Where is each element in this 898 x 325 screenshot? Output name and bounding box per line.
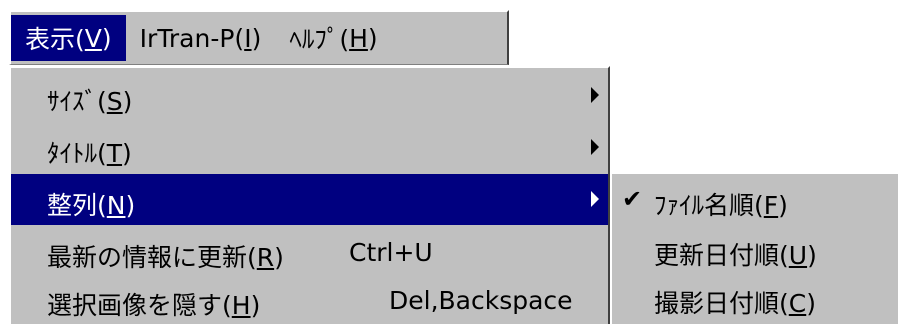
menu-item-refresh[interactable]: 最新の情報に更新(R) Ctrl+U [11,226,608,277]
menu-item-sort[interactable]: 整列(N) [11,174,608,225]
menu-bar: 表示(V) IrTran-P(I) ﾍﾙﾌﾟ(H) [9,10,509,65]
shortcut-label: Del,Backspace [389,286,573,315]
menubar-item-irtran[interactable]: IrTran-P(I) [126,15,276,61]
menu-item-size[interactable]: ｻｲｽﾞ(S) [11,70,608,121]
submenu-item-by-shot-date[interactable]: 撮影日付順(C) [612,274,898,322]
submenu-arrow-icon [591,191,599,207]
menubar-item-help[interactable]: ﾍﾙﾌﾟ(H) [275,15,391,61]
menu-item-title[interactable]: ﾀｲﾄﾙ(T) [11,122,608,173]
submenu-arrow-icon [591,139,599,155]
shortcut-label: Ctrl+U [349,238,433,267]
menubar-item-view[interactable]: 表示(V) [11,15,126,61]
submenu-item-by-filename[interactable]: ✔ ﾌｧｲﾙ名順(F) [612,176,898,224]
check-icon: ✔ [622,185,643,213]
view-menu: ｻｲｽﾞ(S) ﾀｲﾄﾙ(T) 整列(N) 最新の情報に更新(R) Ctrl+U… [9,66,610,324]
submenu-item-by-modified-date[interactable]: 更新日付順(U) [612,226,898,274]
menu-item-hide-selected[interactable]: 選択画像を隠す(H) Del,Backspace [11,274,608,325]
submenu-arrow-icon [591,87,599,103]
sort-submenu: ✔ ﾌｧｲﾙ名順(F) 更新日付順(U) 撮影日付順(C) [610,172,898,324]
